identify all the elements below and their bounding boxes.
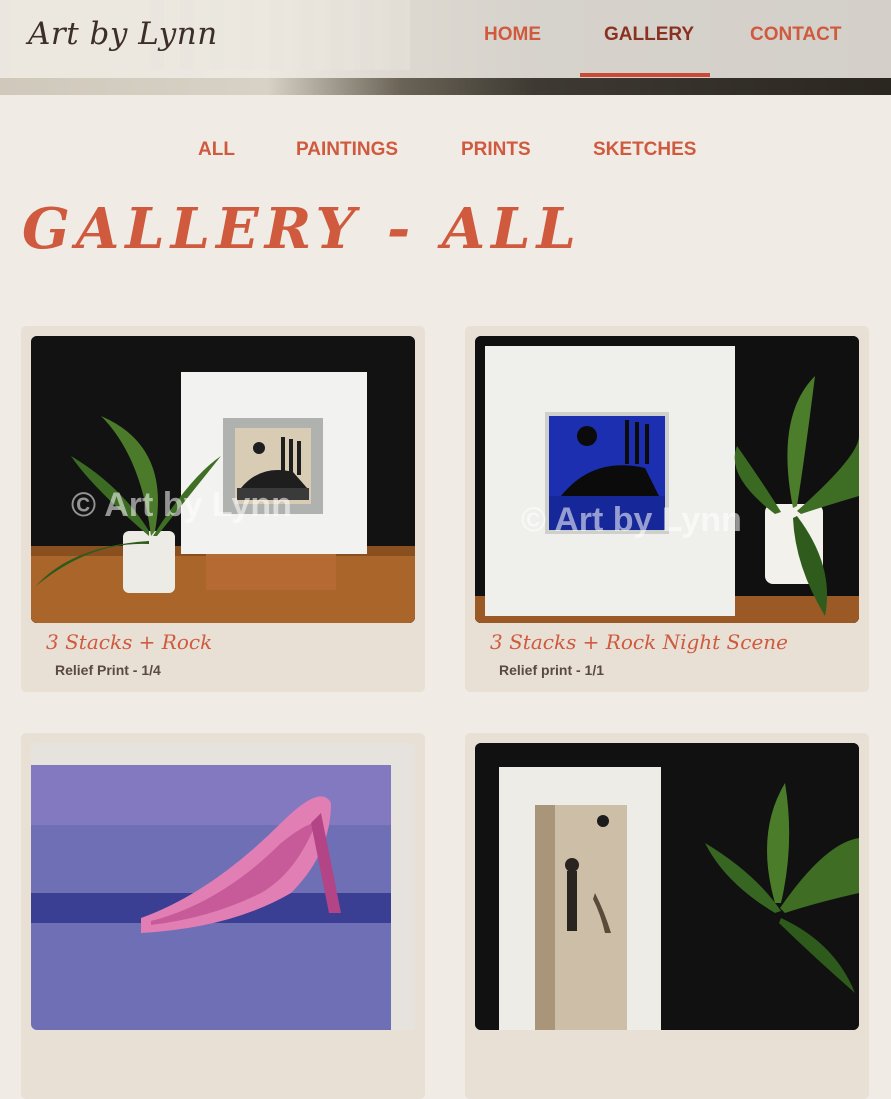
watermark: © Art by Lynn <box>71 486 292 524</box>
gallery-card[interactable]: © Art by Lynn 3 Stacks + Rock Night Scen… <box>465 326 869 692</box>
gallery-card[interactable] <box>465 733 869 1099</box>
site-logo[interactable]: Art by Lynn <box>28 16 218 52</box>
nav-home[interactable]: HOME <box>484 24 541 46</box>
artwork-photo[interactable] <box>475 743 859 1030</box>
filter-paintings[interactable]: PAINTINGS <box>296 139 398 161</box>
site-header: Art by Lynn HOME GALLERY CONTACT <box>0 0 891 78</box>
nav-active-indicator <box>580 73 710 77</box>
nav-gallery[interactable]: GALLERY <box>604 24 694 46</box>
artwork-photo[interactable]: © Art by Lynn <box>31 336 415 623</box>
artwork-subtitle: Relief Print - 1/4 <box>55 662 161 678</box>
nav-contact[interactable]: CONTACT <box>750 24 841 46</box>
filter-all[interactable]: ALL <box>198 139 235 161</box>
artwork-photo[interactable] <box>31 743 415 1030</box>
gallery-card[interactable] <box>21 733 425 1099</box>
page-title: GALLERY - ALL <box>22 196 582 262</box>
artwork-subtitle: Relief print - 1/1 <box>499 662 605 678</box>
filter-prints[interactable]: PRINTS <box>461 139 531 161</box>
artwork-photo[interactable]: © Art by Lynn <box>475 336 859 623</box>
artwork-title[interactable]: 3 Stacks + Rock Night Scene <box>490 630 788 654</box>
gallery-card[interactable]: © Art by Lynn 3 Stacks + Rock Relief Pri… <box>21 326 425 692</box>
filter-sketches[interactable]: SKETCHES <box>593 139 696 161</box>
artwork-title[interactable]: 3 Stacks + Rock <box>46 630 212 654</box>
watermark: © Art by Lynn <box>521 501 742 539</box>
